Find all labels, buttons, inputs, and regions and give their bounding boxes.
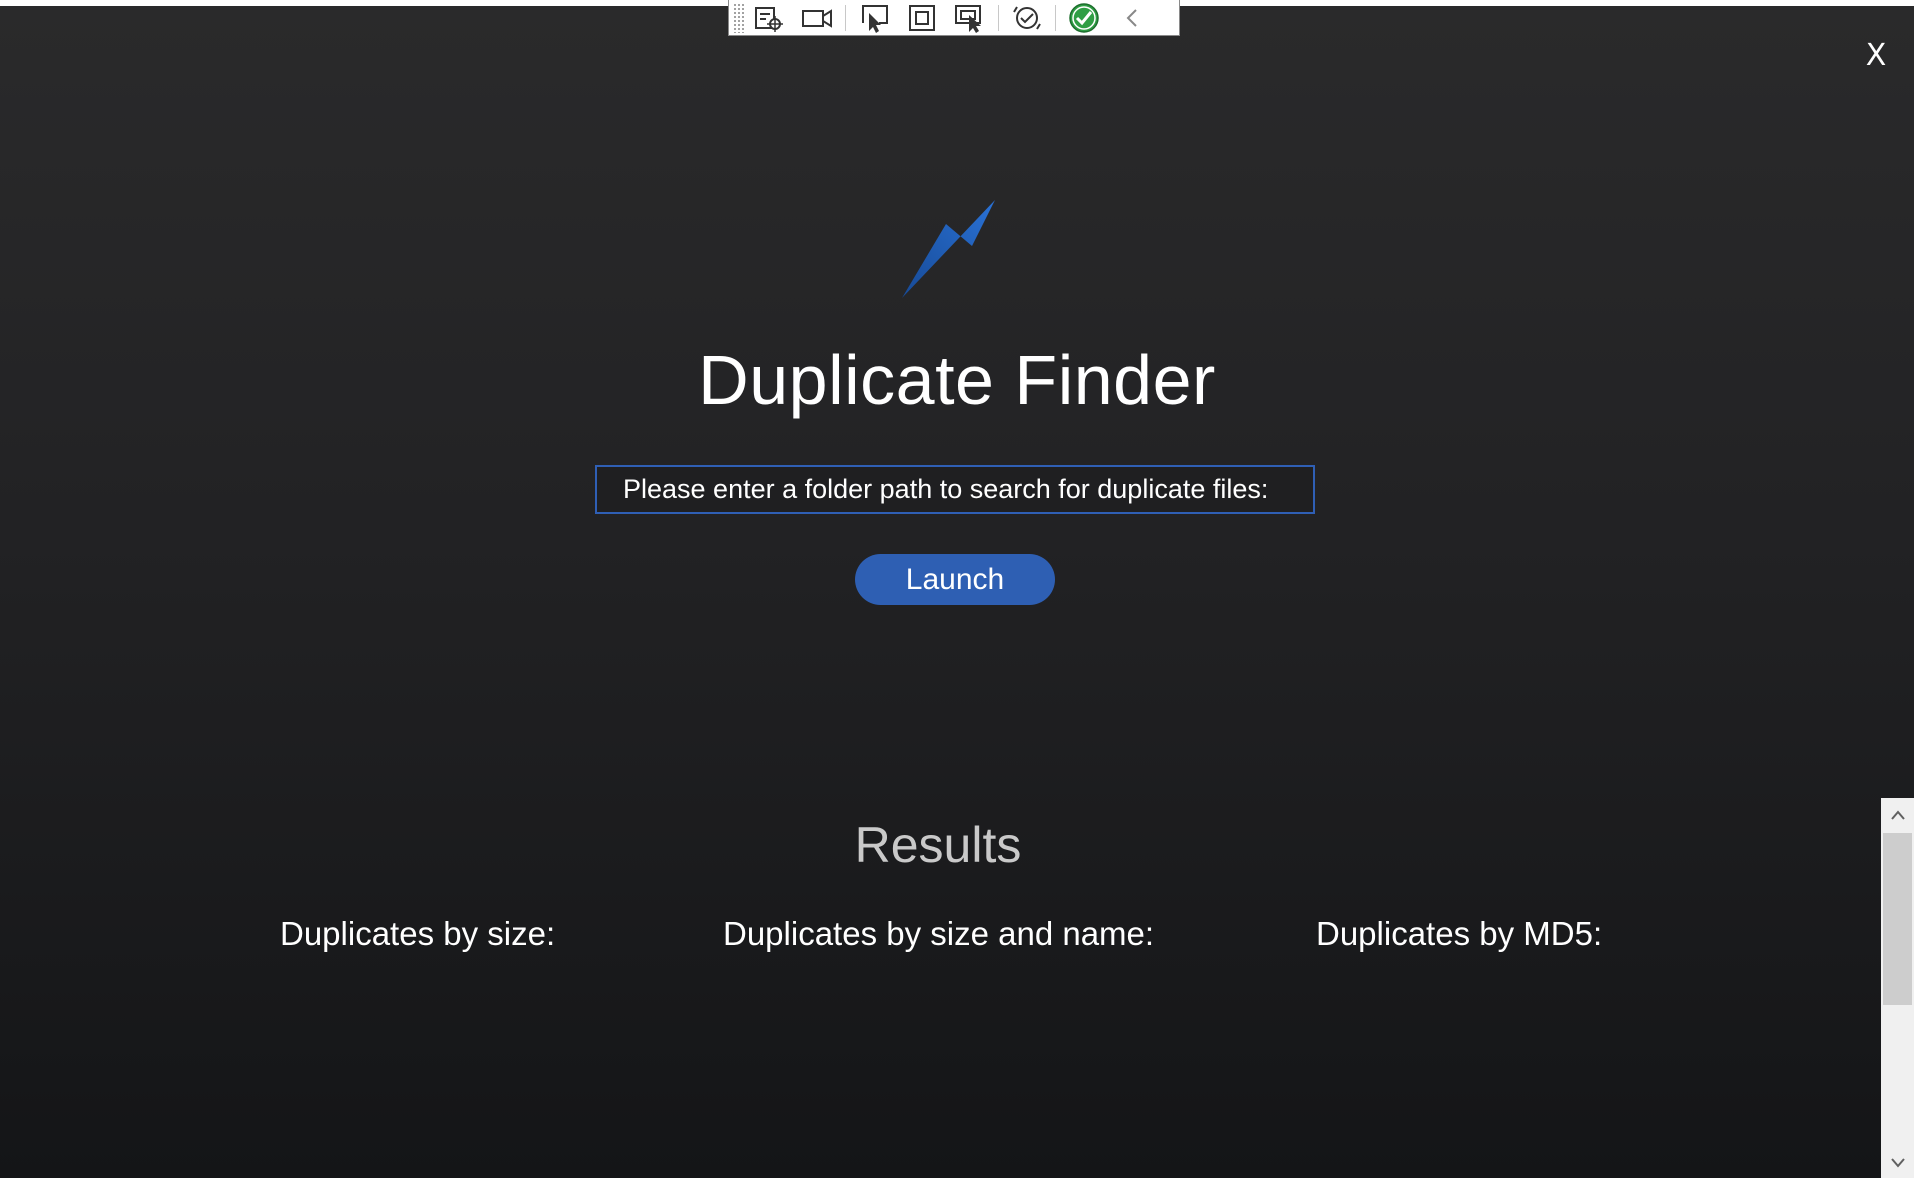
track-focused-element-icon[interactable] [946,1,994,35]
display-layout-adorners-icon[interactable] [898,1,946,35]
scrollbar-thumb[interactable] [1883,833,1912,1005]
close-button[interactable]: X [1862,36,1890,76]
duplicates-by-md5-label: Duplicates by MD5: [1316,915,1603,952]
collapse-chevron-icon[interactable] [1108,1,1156,35]
hot-reload-icon[interactable] [1003,1,1051,35]
live-visual-tree-icon[interactable] [745,1,793,35]
launch-button[interactable]: Launch [855,554,1055,605]
vertical-scrollbar[interactable] [1881,798,1914,1178]
duplicates-by-size-label: Duplicates by size: [280,915,556,952]
app-title: Duplicate Finder [698,341,1216,419]
toolbar-separator [1055,4,1056,31]
results-title: Results [854,817,1022,873]
scroll-up-icon[interactable] [1881,798,1914,831]
select-element-icon[interactable] [850,1,898,35]
duplicates-by-size-and-name-label: Duplicates by size and name: [723,915,1155,952]
scroll-down-icon[interactable] [1881,1145,1914,1178]
record-icon[interactable] [793,1,841,35]
debug-toolbar [728,0,1180,36]
app-logo-icon [902,198,1002,302]
folder-path-input[interactable] [595,465,1315,514]
toolbar-separator [998,4,999,31]
toolbar-grip[interactable] [733,2,745,33]
toolbar-separator [845,4,846,31]
binding-failures-ok-icon[interactable] [1060,1,1108,35]
